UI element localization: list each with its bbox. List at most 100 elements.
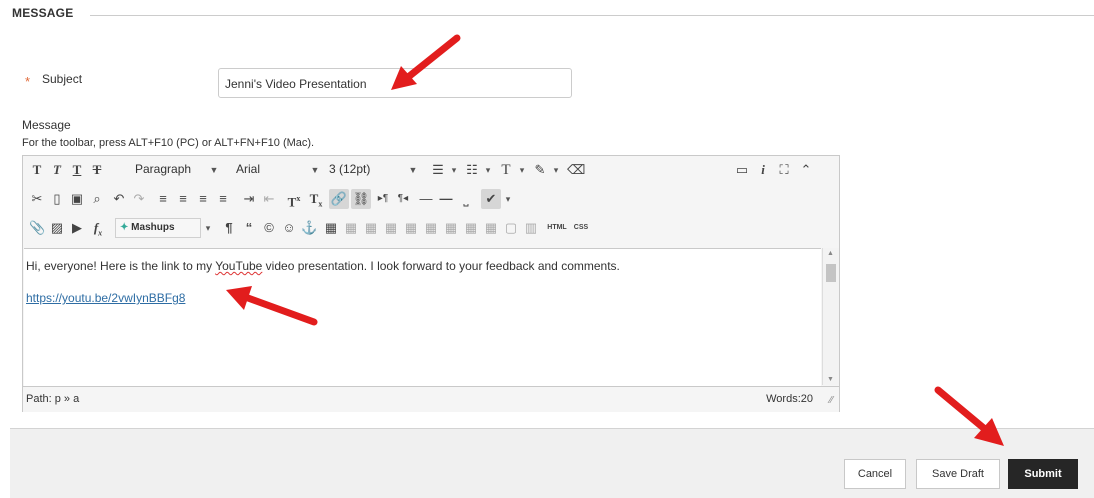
bullet-list-icon[interactable]: ☰ [429,160,447,180]
editor-link-line: https://youtu.be/2vwIynBBFg8 [26,291,185,305]
section-title: MESSAGE [12,6,74,20]
undo-icon[interactable]: ↶ [111,189,127,209]
table-split-cell-icon[interactable]: ▦ [463,218,479,238]
nonbreaking-space-icon[interactable]: ⎵ [457,189,475,209]
cancel-button[interactable]: Cancel [844,459,906,489]
table-col-after-icon[interactable]: ▦ [423,218,439,238]
highlight-dropdown-icon[interactable]: ▾ [551,160,561,180]
resize-handle-icon[interactable]: ⁄⁄ [830,395,833,406]
annotation-arrow-subject [391,34,461,90]
mashups-icon: ✦ [120,222,129,233]
redo-icon[interactable]: ↷ [131,189,147,209]
highlight-pen-icon[interactable]: ✎ [531,160,549,180]
table-delete-col-icon[interactable]: ▦ [443,218,459,238]
copy-icon[interactable]: ▯ [49,189,65,209]
anchor-icon[interactable]: ⚓ [301,218,317,238]
underline-button[interactable]: T [69,160,85,180]
preview-icon[interactable]: ▭ [733,160,751,180]
outdent-icon[interactable]: ⇤ [261,189,277,209]
youtube-link[interactable]: https://youtu.be/2vwIynBBFg8 [26,291,185,305]
table-cell-props-icon[interactable]: ▢ [503,218,519,238]
align-right-icon[interactable]: ≡ [195,189,211,209]
size-select[interactable]: 3 (12pt) [323,160,419,180]
font-dropdown-icon: ▼ [310,165,320,175]
strikethrough-button[interactable]: T [89,160,105,180]
css-button[interactable]: CSS [571,218,591,238]
bullet-list-dropdown-icon[interactable]: ▾ [449,160,459,180]
paste-icon[interactable]: ▣ [69,189,85,209]
section-divider [90,15,1094,16]
table-col-before-icon[interactable]: ▦ [403,218,419,238]
mashups-dropdown-icon[interactable]: ▾ [203,218,213,238]
spellcheck-dropdown-icon[interactable]: ▾ [503,189,513,209]
toolbar-row-2: ✂ ▯ ▣ ⌕ ↶ ↷ ≡ ≡ ≡ ≡ ⇥ ⇤ Tx Tx 🔗 ⛓ ▸¶ ¶◂ … [23,185,839,213]
copyright-icon[interactable]: © [261,218,277,238]
insert-table-icon[interactable]: ▦ [323,218,339,238]
body-text-suffix: video presentation. I look forward to yo… [262,259,620,273]
bold-button[interactable]: T [29,160,45,180]
message-label: Message [22,118,71,132]
html-button[interactable]: HTML [545,218,569,238]
horizontal-rule-thick-icon[interactable]: — [437,189,455,209]
text-style-icon[interactable]: T [497,160,515,180]
body-text-prefix: Hi, everyone! Here is the link to my [26,259,216,273]
toolbar-hint: For the toolbar, press ALT+F10 (PC) or A… [22,137,315,149]
cut-icon[interactable]: ✂ [29,189,45,209]
indent-icon[interactable]: ⇥ [241,189,257,209]
superscript-icon[interactable]: Tx [285,189,303,209]
subject-label: Subject [42,72,83,86]
save-draft-button[interactable]: Save Draft [916,459,1000,489]
toolbar-row-3: 📎 ▨ ▶ fx ✦ Mashups ▾ ¶ “ © ☺ ⚓ ▦ ▦ ▦ ▦ ▦… [23,214,839,242]
editor-statusbar: Path: p » a Words:20 ⁄⁄ [23,386,839,412]
text-style-dropdown-icon[interactable]: ▾ [517,160,527,180]
submit-button[interactable]: Submit [1008,459,1078,489]
find-icon[interactable]: ⌕ [89,189,105,209]
scroll-down-icon[interactable]: ▼ [827,376,834,383]
collapse-toolbar-icon[interactable]: ⌃ [797,160,815,180]
annotation-arrow-link [226,286,318,326]
insert-image-icon[interactable]: ▨ [49,218,65,238]
fullscreen-icon[interactable]: ⛶ [775,160,793,180]
required-marker: * [25,74,31,89]
align-justify-icon[interactable]: ≡ [215,189,231,209]
spellcheck-icon[interactable]: ✔ [481,189,501,209]
table-row-after-icon[interactable]: ▦ [363,218,379,238]
insert-media-icon[interactable]: ▶ [69,218,85,238]
align-left-icon[interactable]: ≡ [155,189,171,209]
format-dropdown-icon: ▼ [209,165,219,175]
element-path: Path: p » a [26,393,80,405]
paragraph-mark-icon[interactable]: ¶ [221,218,237,238]
subscript-icon[interactable]: Tx [307,189,325,209]
toolbar-row-1: T T T T Paragraph ▼ Arial ▼ 3 (12pt) ▼ ☰… [23,156,839,184]
numbered-list-dropdown-icon[interactable]: ▾ [483,160,493,180]
rich-text-editor: T T T T Paragraph ▼ Arial ▼ 3 (12pt) ▼ ☰… [22,155,840,412]
attachment-icon[interactable]: 📎 [29,218,45,238]
align-center-icon[interactable]: ≡ [175,189,191,209]
word-count: Words:20 [766,393,813,405]
scrollbar-thumb[interactable] [826,264,836,282]
math-formula-icon[interactable]: fx [89,218,107,238]
horizontal-rule-icon[interactable]: — [417,189,435,209]
emoticon-icon[interactable]: ☺ [281,218,297,238]
annotation-arrow-submit [934,386,1004,446]
italic-button[interactable]: T [49,160,65,180]
mashups-button[interactable]: ✦ Mashups [115,218,201,238]
table-merge-cell-icon[interactable]: ▦ [483,218,499,238]
mashups-label: Mashups [131,222,175,233]
editor-content[interactable]: Hi, everyone! Here is the link to my You… [24,248,821,386]
unlink-icon[interactable]: ⛓ [351,189,371,209]
ltr-icon[interactable]: ▸¶ [375,189,391,209]
table-row-props-icon[interactable]: ▥ [523,218,539,238]
blockquote-icon[interactable]: “ [241,218,257,238]
info-icon[interactable]: i [755,160,771,180]
scroll-up-icon[interactable]: ▲ [827,250,834,257]
table-row-before-icon[interactable]: ▦ [343,218,359,238]
numbered-list-icon[interactable]: ☷ [463,160,481,180]
size-dropdown-icon: ▼ [408,165,418,175]
editor-scrollbar[interactable]: ▲ ▼ [822,248,839,385]
rtl-icon[interactable]: ¶◂ [395,189,411,209]
eraser-icon[interactable]: ⌫ [567,160,585,180]
link-icon[interactable]: 🔗 [329,189,349,209]
table-delete-row-icon[interactable]: ▦ [383,218,399,238]
misspelled-word: YouTube [215,259,263,273]
